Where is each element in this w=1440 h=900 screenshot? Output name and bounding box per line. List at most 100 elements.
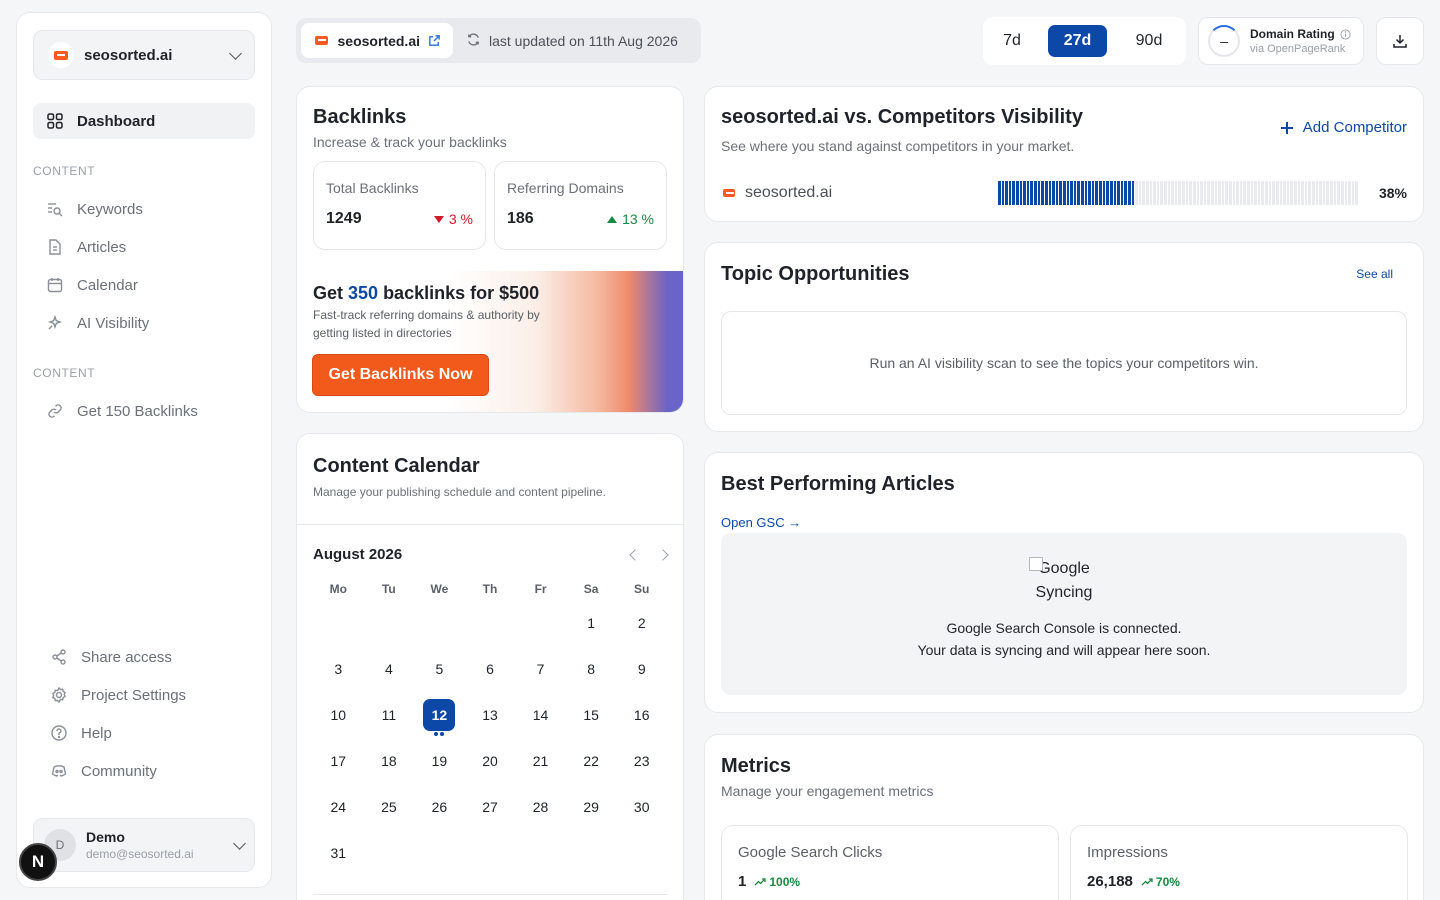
visibility-tick-filled — [998, 181, 1001, 205]
calendar-day[interactable]: 24 — [313, 784, 364, 830]
sidebar-item-ai-visibility[interactable]: AI Visibility — [33, 305, 255, 341]
calendar-day[interactable]: 25 — [364, 784, 415, 830]
sidebar-item-backlinks[interactable]: Get 150 Backlinks — [33, 393, 255, 429]
calendar-day[interactable]: 20 — [465, 738, 516, 784]
calendar-day[interactable]: 23 — [616, 738, 667, 784]
calendar-day[interactable]: 15 — [566, 692, 617, 738]
download-button[interactable] — [1376, 17, 1424, 65]
visibility-tick-empty — [1138, 181, 1142, 205]
visibility-tick-empty — [1286, 181, 1290, 205]
domain-rating-widget[interactable]: – Domain Rating via OpenPageRank — [1198, 17, 1364, 65]
refresh-icon[interactable] — [466, 32, 481, 50]
promo-title: Get 350 backlinks for $500 — [313, 283, 539, 304]
calendar-day[interactable]: 28 — [515, 784, 566, 830]
sidebar-item-label: Keywords — [77, 200, 143, 218]
calendar-day[interactable]: 10 — [313, 692, 364, 738]
content-calendar-card: Content Calendar Manage your publishing … — [296, 433, 684, 900]
sidebar-item-dashboard[interactable]: Dashboard — [33, 103, 255, 139]
calendar-day[interactable]: 22 — [566, 738, 617, 784]
visibility-tick-filled — [1131, 181, 1135, 205]
sidebar-item-keywords[interactable]: Keywords — [33, 191, 255, 227]
sidebar-item-articles[interactable]: Articles — [33, 229, 255, 265]
open-gsc-link[interactable]: Open GSC → — [721, 515, 801, 530]
calendar-empty-cell — [364, 600, 415, 646]
info-icon[interactable] — [1340, 28, 1351, 40]
calendar-day[interactable]: 14 — [515, 692, 566, 738]
stat-change-text: 13 % — [622, 211, 654, 227]
visibility-tick-empty — [1348, 181, 1351, 205]
user-menu[interactable]: D Demo demo@seosorted.ai — [33, 818, 255, 872]
sidebar-item-project-settings[interactable]: Project Settings — [37, 677, 259, 713]
sidebar-item-calendar[interactable]: Calendar — [33, 267, 255, 303]
visibility-tick-empty — [1297, 181, 1301, 205]
link-icon — [45, 401, 65, 421]
calendar-day[interactable]: 1 — [566, 600, 617, 646]
site-link[interactable]: seosorted.ai — [301, 23, 453, 58]
visibility-tick-empty — [1135, 181, 1138, 205]
chevron-right-icon[interactable] — [657, 548, 669, 561]
get-backlinks-button[interactable]: Get Backlinks Now — [312, 354, 489, 396]
sidebar-item-share-access[interactable]: Share access — [37, 639, 259, 675]
range-27d-button[interactable]: 27d — [1048, 25, 1107, 57]
calendar-day[interactable]: 21 — [515, 738, 566, 784]
sidebar-item-help[interactable]: Help — [37, 715, 259, 751]
visibility-row: seosorted.ai — [721, 184, 832, 202]
calendar-day[interactable]: 6 — [465, 646, 516, 692]
calendar-day[interactable]: 13 — [465, 692, 516, 738]
visibility-tick-empty — [1182, 181, 1185, 205]
dev-tools-badge[interactable]: N — [19, 843, 57, 881]
calendar-day[interactable]: 27 — [465, 784, 516, 830]
topic-opportunities-card: Topic Opportunities See all Run an AI vi… — [704, 242, 1424, 432]
calendar-day[interactable]: 17 — [313, 738, 364, 784]
calendar-day[interactable]: 31 — [313, 830, 364, 876]
calendar-day[interactable]: 3 — [313, 646, 364, 692]
metric-value: 1 — [738, 873, 747, 890]
promo-title-suffix: backlinks for $500 — [378, 283, 540, 303]
calendar-day[interactable]: 26 — [414, 784, 465, 830]
visibility-tick-filled — [1095, 181, 1099, 205]
sidebar-item-community[interactable]: Community — [37, 753, 259, 789]
add-competitor-button[interactable]: Add Competitor — [1280, 119, 1407, 136]
visibility-tick-empty — [1344, 181, 1348, 205]
calendar-day[interactable]: 11 — [364, 692, 415, 738]
metrics-card: Metrics Manage your engagement metrics G… — [704, 734, 1424, 900]
visibility-tick-empty — [1247, 181, 1250, 205]
calendar-day[interactable]: 5 — [414, 646, 465, 692]
promo-title-prefix: Get — [313, 283, 349, 303]
visibility-tick-empty — [1203, 181, 1207, 205]
calendar-day[interactable]: 9 — [616, 646, 667, 692]
calendar-day[interactable]: 29 — [566, 784, 617, 830]
section-label-content-2: CONTENT — [33, 366, 96, 380]
promo-description: Fast-track referring domains & authority… — [313, 308, 540, 340]
calendar-day[interactable]: 30 — [616, 784, 667, 830]
chevron-left-icon[interactable] — [629, 548, 641, 561]
see-all-link[interactable]: See all — [1356, 267, 1393, 281]
workspace-switcher[interactable]: seosorted.ai — [33, 30, 255, 80]
range-90d-button[interactable]: 90d — [1119, 25, 1179, 57]
visibility-tick-empty — [1200, 181, 1203, 205]
calendar-day[interactable]: 7 — [515, 646, 566, 692]
google-syncing-image: Google Syncing — [1029, 557, 1099, 605]
brand-logo-icon — [48, 42, 74, 68]
calendar-day[interactable]: 19 — [414, 738, 465, 784]
calendar-day[interactable]: 18 — [364, 738, 415, 784]
weekday-label: Mo — [329, 582, 347, 596]
visibility-tick-empty — [1340, 181, 1344, 205]
last-updated: last updated on 11th Aug 2026 — [466, 18, 678, 63]
visibility-tick-filled — [1099, 181, 1102, 205]
chevron-down-icon — [233, 836, 246, 850]
visibility-tick-empty — [1171, 181, 1174, 205]
calendar-day[interactable]: 4 — [364, 646, 415, 692]
sidebar-item-label: Share access — [81, 648, 172, 666]
visibility-tick-empty — [1196, 181, 1200, 205]
calendar-day-today[interactable]: 12 — [414, 692, 465, 738]
gsc-line-1: Google Search Console is connected. — [946, 620, 1182, 636]
total-backlinks-stat: Total Backlinks 1249 3 % — [313, 161, 486, 250]
visibility-tick-empty — [1149, 181, 1153, 205]
calendar-day[interactable]: 16 — [616, 692, 667, 738]
calendar-day[interactable]: 2 — [616, 600, 667, 646]
calendar-day[interactable]: 8 — [566, 646, 617, 692]
range-7d-button[interactable]: 7d — [989, 25, 1035, 57]
keyword-search-icon — [45, 199, 65, 219]
stat-change: 13 % — [607, 211, 654, 227]
